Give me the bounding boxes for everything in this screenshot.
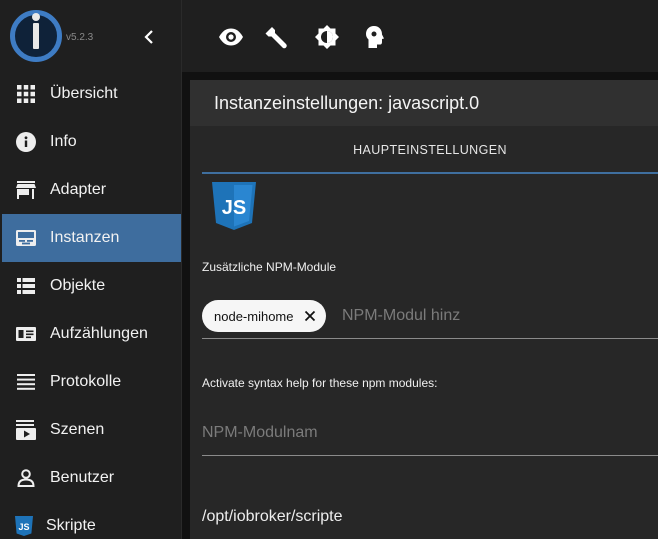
sidebar-item-objekte[interactable]: Objekte <box>2 262 181 310</box>
sidebar: v5.2.3 Übersicht Info Adapter Instanzen <box>0 0 182 539</box>
scenes-icon <box>16 420 36 440</box>
npm-module-chip[interactable]: node-mihome <box>202 300 326 332</box>
npm-module-input[interactable]: NPM-Modul hinz <box>342 307 460 325</box>
sidebar-item-label: Benutzer <box>50 469 115 486</box>
javascript-icon: JS <box>15 516 33 536</box>
top-toolbar <box>182 0 658 72</box>
sidebar-header: v5.2.3 <box>0 0 181 72</box>
version-label: v5.2.3 <box>66 32 94 43</box>
page-title: Instanzeinstellungen: javascript.0 <box>190 80 658 126</box>
chevron-left-icon[interactable] <box>140 26 158 48</box>
enum-icon <box>16 327 36 341</box>
store-icon <box>16 181 36 199</box>
sidebar-item-label: Übersicht <box>50 85 118 102</box>
sidebar-item-label: Protokolle <box>50 373 122 390</box>
npm-input-underline <box>202 338 658 339</box>
log-icon <box>17 374 35 390</box>
user-icon <box>17 469 35 487</box>
list-icon <box>17 278 35 294</box>
sidebar-item-uebersicht[interactable]: Übersicht <box>2 70 181 118</box>
svg-text:JS: JS <box>18 522 29 532</box>
javascript-logo-icon: JS <box>212 182 256 230</box>
sidebar-item-skripte[interactable]: JS Skripte <box>2 502 181 539</box>
chip-label: node-mihome <box>214 308 294 324</box>
sidebar-item-label: Aufzählungen <box>50 325 148 342</box>
eye-icon[interactable] <box>218 24 244 50</box>
sidebar-item-label: Skripte <box>46 517 96 534</box>
grid-icon <box>17 85 35 103</box>
syntax-input-underline <box>202 455 658 456</box>
syntax-help-label: Activate syntax help for these npm modul… <box>202 376 438 390</box>
iobroker-logo-icon[interactable] <box>10 10 62 62</box>
brightness-icon[interactable] <box>314 24 340 50</box>
sidebar-item-info[interactable]: Info <box>2 118 181 166</box>
wrench-icon[interactable] <box>265 24 291 50</box>
sidebar-item-instanzen[interactable]: Instanzen <box>2 214 181 262</box>
scripts-path-field[interactable]: /opt/iobroker/scripte <box>202 508 343 526</box>
sidebar-item-benutzer[interactable]: Benutzer <box>2 454 181 502</box>
close-icon[interactable] <box>304 310 316 322</box>
instances-icon <box>16 230 36 246</box>
npm-modules-label: Zusätzliche NPM-Module <box>202 260 337 274</box>
sidebar-item-label: Adapter <box>50 181 107 198</box>
info-icon <box>16 132 36 152</box>
instance-settings-panel: Instanzeinstellungen: javascript.0 HAUPT… <box>190 80 658 539</box>
syntax-modules-input[interactable]: NPM-Modulnam <box>202 424 318 442</box>
sidebar-item-protokolle[interactable]: Protokolle <box>2 358 181 406</box>
js-logo-text: JS <box>222 197 246 219</box>
sidebar-item-label: Info <box>50 133 77 150</box>
sidebar-item-adapter[interactable]: Adapter <box>2 166 181 214</box>
sidebar-item-aufzaehlungen[interactable]: Aufzählungen <box>2 310 181 358</box>
sidebar-item-label: Instanzen <box>50 229 120 246</box>
sidebar-item-szenen[interactable]: Szenen <box>2 406 181 454</box>
tab-main-settings[interactable]: HAUPTEINSTELLUNGEN <box>202 126 658 174</box>
expert-mode-icon[interactable] <box>362 24 388 50</box>
sidebar-item-label: Szenen <box>50 421 105 438</box>
sidebar-item-label: Objekte <box>50 277 106 294</box>
